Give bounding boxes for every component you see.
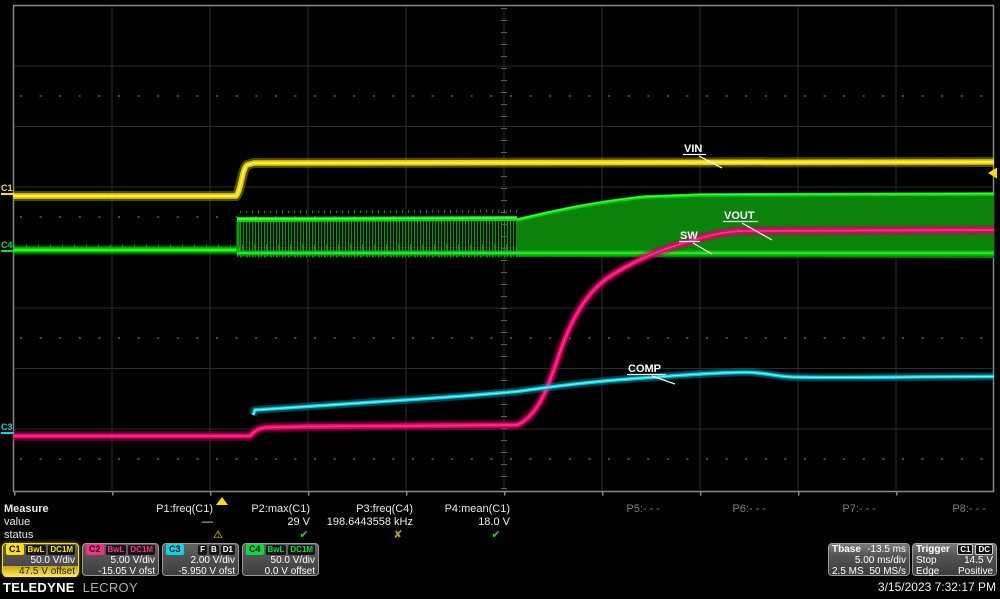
c4-offset: 0.0 V offset [265,566,315,577]
c4-badge: C4 [246,544,264,555]
measure-p4-status-icon: ✔ [430,529,562,541]
c2-coupling-badge: DC1M [128,545,155,555]
trigger-level: 14.5 V [964,555,993,566]
trigger-mode: Stop [916,555,937,566]
c2-vdiv: 5.00 V/div [111,555,155,566]
channel-c4-descriptor[interactable]: C4 BwLDC1M 50.0 V/div 0.0 V offset [242,543,319,576]
trigger-label: Trigger [916,544,950,555]
c3-f-badge: F [198,545,207,555]
trigger-source-badge: C1 [957,544,973,555]
measure-row-title: Measure [4,503,49,516]
timebase-delay: -13.5 ms [867,544,906,555]
c4-coupling-badge: DC1M [288,545,315,555]
status-row-title: status [4,529,33,542]
c2-bwl-badge: BwL [106,545,127,555]
c4-offset-marker[interactable]: C4 [1,240,13,250]
c3-offset: -5.950 V ofst [178,566,235,577]
trigger-descriptor[interactable]: Trigger C1DC Stop 14.5 V Edge Positive [912,543,997,576]
timebase-samples: 2.5 MS [832,566,864,577]
c4-vdiv: 50.0 V/div [271,555,315,566]
measure-value-row: value — 29 V 198.6443558 kHz 18.0 V [0,516,1000,529]
c1-coupling-badge: DC1M [48,545,75,555]
channel-c2-descriptor[interactable]: C2 BwLDC1M 5.00 V/div -15.05 V ofst [82,543,159,576]
c1-badge: C1 [6,544,24,555]
vin-label: VIN [684,143,702,155]
c1-offset-marker[interactable]: C1 [1,183,13,193]
trigger-type: Edge [916,566,939,577]
value-row-title: value [4,516,30,529]
timebase-rate: 50 MS/s [869,566,906,577]
channel-c1-descriptor[interactable]: C1 BwLDC1M 50.0 V/div 47.5 V offset [2,543,79,576]
timebase-label: Tbase [832,544,861,555]
c1-offset: 47.5 V offset [19,566,75,577]
measure-p8-header[interactable]: P8:- - - [854,503,986,516]
measure-p4-value: 18.0 V [378,516,510,529]
c3-offset-marker[interactable]: C3 [1,422,13,432]
brand-logo: TELEDYNE LECROY [3,580,138,595]
c3-badge: C3 [166,544,184,555]
trigger-slope: Positive [958,566,993,577]
measure-header-row: Measure P1:freq(C1) P2:max(C1) P3:freq(C… [0,503,1000,516]
vout-label: VOUT [724,210,755,222]
datetime: 3/15/2023 7:32:17 PM [878,580,996,594]
oscilloscope-screen: C1 C4 C3 VIN VOUT SW COMP Measure P1:fre… [0,0,1000,599]
c2-badge: C2 [86,544,104,555]
measure-p4-header[interactable]: P4:mean(C1) [378,503,510,516]
sw-label: SW [680,230,698,242]
trigger-coupling-badge: DC [975,544,993,555]
c1-vdiv: 50.0 V/div [31,555,75,566]
c1-bwl-badge: BwL [26,545,47,555]
c2-offset: -15.05 V ofst [98,566,155,577]
timebase-scale: 5.00 ms/div [855,555,906,566]
brand-teledyne: TELEDYNE [3,580,75,595]
channel-c3-descriptor[interactable]: C3 FBD1 2.00 V/div -5.950 V ofst [162,543,239,576]
measure-status-row: status ⚠ ✔ ✘ ✔ [0,529,1000,542]
comp-label: COMP [628,363,661,375]
c3-d1-badge: D1 [221,545,235,555]
brand-lecroy: LECROY [83,580,138,595]
timebase-descriptor[interactable]: Tbase -13.5 ms 5.00 ms/div 2.5 MS 50 MS/… [828,543,910,576]
c3-vdiv: 2.00 V/div [191,555,235,566]
c3-b-badge: B [209,545,219,555]
c4-bwl-badge: BwL [266,545,287,555]
